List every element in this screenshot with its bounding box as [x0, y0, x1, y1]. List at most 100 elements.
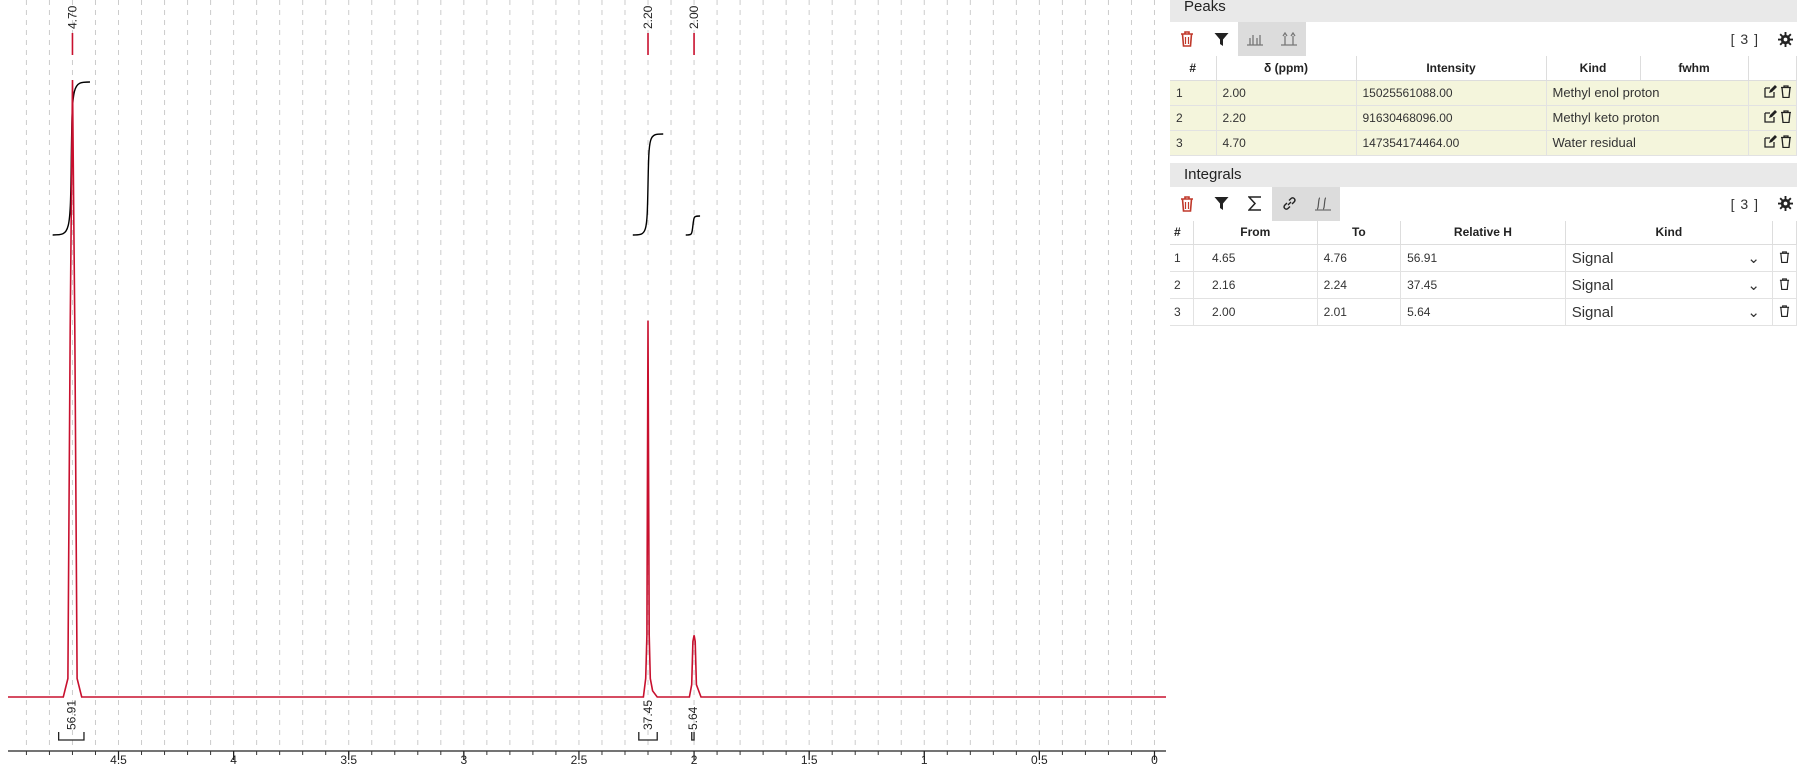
col-kind[interactable]: Kind — [1565, 220, 1774, 245]
trash-icon — [1779, 277, 1790, 290]
trash-icon — [1181, 195, 1193, 212]
peaks-settings-button[interactable] — [1773, 27, 1797, 51]
integral-brackets[interactable]: 56.91 37.45 5.64 — [57, 700, 700, 741]
peak-split-button[interactable] — [1272, 22, 1306, 56]
integral-index: 2 — [1170, 271, 1195, 299]
peak-kind[interactable]: Methyl keto proton — [1546, 105, 1749, 131]
peak-intensity: 91630468096.00 — [1356, 105, 1547, 131]
trash-icon — [1779, 250, 1790, 263]
edit-icon[interactable] — [1764, 134, 1777, 148]
tick-label: 3.5 — [340, 753, 357, 766]
integral-from[interactable]: 4.65 — [1193, 244, 1318, 272]
integral-relative-h[interactable]: 5.64 — [1400, 298, 1566, 326]
col-fwhm[interactable]: fwhm — [1640, 56, 1749, 81]
delete-peaks-button[interactable] — [1170, 22, 1204, 56]
delete-integral-button[interactable] — [1772, 244, 1797, 272]
filter-integrals-button[interactable] — [1204, 187, 1238, 221]
integral-relative-h[interactable]: 37.45 — [1400, 271, 1566, 299]
peak-index: 1 — [1170, 80, 1217, 106]
table-row[interactable]: 3 4.70 147354174464.00 Water residual — [1170, 130, 1797, 156]
integral-kind-select[interactable]: Signal ⌄ — [1565, 298, 1774, 326]
delete-integral-button[interactable] — [1772, 298, 1797, 326]
integral-to[interactable]: 2.24 — [1317, 271, 1402, 299]
peak-index: 3 — [1170, 130, 1217, 156]
edit-icon[interactable] — [1764, 84, 1777, 98]
col-from[interactable]: From — [1193, 220, 1318, 245]
table-row[interactable]: 1 2.00 15025561088.00 Methyl enol proton — [1170, 80, 1797, 106]
delete-integrals-button[interactable] — [1170, 187, 1204, 221]
x-axis-ticks: 4.5 4 3.5 3 2.5 2 1.5 1 0.5 0 — [25, 751, 1158, 766]
kind-value: Signal — [1571, 303, 1614, 321]
trash-icon — [1181, 31, 1193, 47]
peaks-icon — [1247, 35, 1263, 46]
integral-index: 1 — [1170, 244, 1195, 272]
col-kind[interactable]: Kind — [1546, 56, 1641, 81]
integral-label: 37.45 — [641, 700, 655, 730]
table-row[interactable]: 2 2.20 91630468096.00 Methyl keto proton — [1170, 105, 1797, 131]
integral-curves — [52, 81, 701, 236]
integrals-toolbar: [ 3 ] — [1170, 186, 1797, 221]
trash-icon[interactable] — [1780, 84, 1792, 98]
peak-delta: 2.20 — [1216, 105, 1357, 131]
bracket-line — [57, 732, 85, 741]
col-relative-h[interactable]: Relative H — [1400, 220, 1566, 245]
tick-label: 1.5 — [801, 753, 818, 766]
peaks-count: [ 3 ] — [1730, 31, 1759, 47]
integrals-panel-title: Integrals — [1170, 162, 1797, 187]
tick-label: 0 — [1151, 753, 1158, 766]
kind-value: Signal — [1571, 276, 1614, 294]
delete-integral-button[interactable] — [1772, 271, 1797, 299]
col-intensity[interactable]: Intensity — [1356, 56, 1547, 81]
integral-kind-select[interactable]: Signal ⌄ — [1565, 244, 1774, 272]
table-row[interactable]: 2 2.16 2.24 37.45 Signal ⌄ — [1170, 271, 1797, 299]
integrals-count: [ 3 ] — [1730, 195, 1759, 212]
peak-markers[interactable]: 4.70 2.20 2.00 — [65, 5, 701, 55]
peak-kind[interactable]: Water residual — [1546, 130, 1749, 156]
integral-label: 5.64 — [686, 706, 700, 730]
integral-from[interactable]: 2.16 — [1193, 271, 1318, 299]
link-button[interactable] — [1272, 186, 1306, 221]
peak-shapes-button[interactable] — [1238, 22, 1272, 56]
table-row[interactable]: 3 2.00 2.01 5.64 Signal ⌄ — [1170, 298, 1797, 326]
integrals-table: # From To Relative H Kind 1 4.65 4.76 56… — [1170, 220, 1797, 326]
split-peaks-icon — [1281, 32, 1297, 46]
col-index: # — [1170, 56, 1217, 81]
col-to[interactable]: To — [1317, 220, 1402, 245]
chevron-down-icon: ⌄ — [1747, 277, 1760, 294]
trash-icon — [1779, 304, 1790, 317]
row-actions — [1748, 80, 1797, 106]
chevron-down-icon: ⌄ — [1747, 250, 1760, 267]
integral-label: 56.91 — [64, 700, 78, 730]
tick-label: 1 — [921, 753, 928, 766]
spectrum-line — [8, 79, 1166, 698]
filter-icon — [1214, 32, 1228, 46]
chevron-down-icon: ⌄ — [1747, 304, 1760, 321]
integral-to[interactable]: 4.76 — [1317, 244, 1402, 272]
peaks-panel-title: Peaks — [1170, 0, 1797, 22]
integral-bracket[interactable]: 56.91 — [57, 700, 85, 741]
col-delta[interactable]: δ (ppm) — [1216, 56, 1357, 81]
filter-peaks-button[interactable] — [1204, 22, 1238, 56]
peak-delta: 2.00 — [1216, 80, 1357, 106]
gear-icon — [1777, 31, 1793, 47]
integral-curve-button[interactable] — [1306, 186, 1340, 221]
integral-from[interactable]: 2.00 — [1193, 298, 1318, 326]
integral-icon — [1315, 197, 1331, 211]
peak-label: 4.70 — [65, 5, 79, 29]
trash-icon[interactable] — [1780, 134, 1792, 148]
integral-to[interactable]: 2.01 — [1317, 298, 1402, 326]
edit-icon[interactable] — [1764, 109, 1777, 123]
integrals-settings-button[interactable] — [1773, 192, 1797, 216]
integral-curve — [685, 215, 701, 236]
integral-relative-h[interactable]: 56.91 — [1400, 244, 1566, 272]
sum-button[interactable] — [1238, 187, 1272, 221]
peak-kind[interactable]: Methyl enol proton — [1546, 80, 1749, 106]
nmr-spectrum-chart[interactable]: 4.5 4 3.5 3 2.5 2 1.5 1 0.5 0 4.70 2.20 2.00 56.91 3… — [0, 0, 1170, 766]
table-row[interactable]: 1 4.65 4.76 56.91 Signal ⌄ — [1170, 244, 1797, 272]
integral-kind-select[interactable]: Signal ⌄ — [1565, 271, 1774, 299]
grid-lines — [25, 0, 1155, 745]
tick-label: 4.5 — [110, 753, 127, 766]
integral-bracket[interactable]: 5.64 — [686, 706, 700, 741]
trash-icon[interactable] — [1780, 109, 1792, 123]
row-actions — [1748, 105, 1797, 131]
